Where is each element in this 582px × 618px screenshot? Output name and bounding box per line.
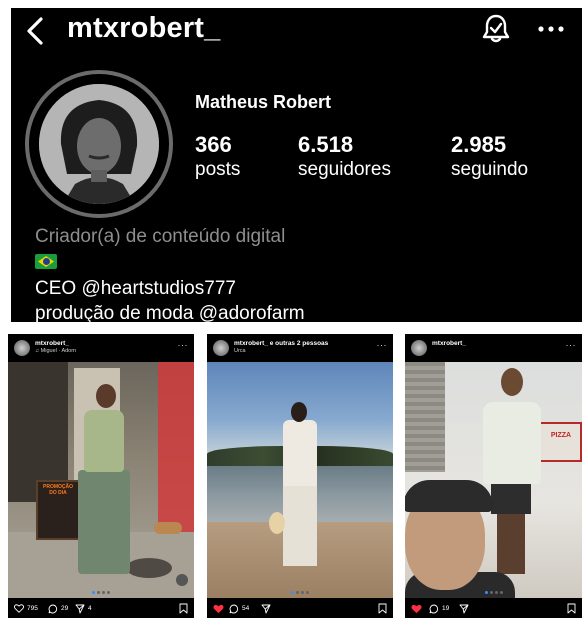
heart-filled-icon[interactable] (213, 604, 224, 614)
bio-line-production[interactable]: produção de moda @adorofarm (35, 301, 305, 326)
post-username[interactable]: mtxrobert_ e outras 2 pessoas (234, 340, 328, 347)
stat-posts-label: posts (195, 159, 241, 180)
post-more-icon[interactable]: ··· (566, 340, 577, 350)
profile-header: mtxrobert_ Matheus Robert 366 posts 6.51… (11, 8, 582, 324)
stat-posts[interactable]: 366 posts (195, 132, 240, 181)
post-actions: 795 29 4 (8, 591, 194, 618)
post-card-2[interactable]: mtxrobert_ e outras 2 pessoas Urca ··· 5… (207, 334, 393, 618)
post-photo[interactable] (207, 362, 393, 598)
share-count: 4 (88, 605, 92, 612)
bookmark-icon[interactable] (179, 603, 188, 614)
comment-icon[interactable] (229, 604, 239, 614)
bio-line-ceo[interactable]: CEO @heartstudios777 (35, 276, 305, 301)
stat-following[interactable]: 2.985 seguindo (451, 132, 528, 181)
photo-board-text: PROMOÇÃO DO DIA (43, 484, 73, 496)
photo-sign-text: PIZZA (550, 432, 572, 439)
comment-action[interactable]: 54 (229, 603, 249, 614)
share-icon[interactable] (75, 604, 85, 614)
profile-avatar[interactable] (25, 70, 173, 218)
bio-category: Criador(a) de conteúdo digital (35, 226, 286, 247)
post-card-1[interactable]: mtxrobert_ ♫ Miguel · Adorn ··· PROMOÇÃO… (8, 334, 194, 618)
post-username[interactable]: mtxrobert_ (35, 340, 69, 347)
post-card-3[interactable]: mtxrobert_ ··· PIZZA 19 (405, 334, 582, 618)
profile-username: mtxrobert_ (67, 12, 221, 44)
stat-following-count: 2.985 (451, 132, 507, 157)
comment-count: 19 (442, 605, 450, 612)
share-action[interactable] (261, 603, 271, 614)
post-header: mtxrobert_ e outras 2 pessoas Urca ··· (207, 334, 393, 362)
stat-following-label: seguindo (451, 159, 529, 180)
heart-icon[interactable] (14, 604, 24, 613)
audio-badge-icon[interactable] (176, 574, 188, 586)
comment-icon[interactable] (48, 604, 58, 614)
post-header: mtxrobert_ ··· (405, 334, 582, 362)
post-photo[interactable]: PIZZA (405, 362, 582, 598)
avatar-photo (39, 84, 159, 204)
profile-full-name: Matheus Robert (195, 92, 332, 112)
post-actions: 19 (405, 591, 582, 618)
share-action[interactable]: 4 (75, 603, 92, 614)
top-bar: mtxrobert_ (11, 8, 582, 52)
notification-bell-icon[interactable] (479, 12, 513, 46)
like-action[interactable]: 795 (14, 603, 38, 614)
stat-followers-label: seguidores (298, 159, 391, 180)
share-icon[interactable] (261, 604, 271, 614)
bookmark-icon[interactable] (567, 603, 576, 614)
post-avatar[interactable] (213, 340, 229, 356)
post-avatar[interactable] (14, 340, 30, 356)
like-action[interactable] (411, 603, 422, 614)
more-options-icon[interactable] (537, 24, 565, 34)
share-icon[interactable] (459, 604, 469, 614)
post-more-icon[interactable]: ··· (377, 340, 388, 350)
like-action[interactable] (213, 603, 224, 614)
post-location[interactable]: Urca (234, 348, 246, 354)
back-arrow-icon[interactable] (23, 16, 47, 46)
stat-followers-count: 6.518 (298, 132, 354, 157)
heart-filled-icon[interactable] (411, 604, 422, 614)
share-action[interactable] (459, 603, 469, 614)
stat-posts-count: 366 (195, 132, 232, 157)
like-count: 795 (27, 605, 38, 612)
brazil-flag-icon (35, 254, 57, 269)
post-audio[interactable]: ♫ Miguel · Adorn (35, 348, 76, 354)
post-photo[interactable]: PROMOÇÃO DO DIA (8, 362, 194, 598)
comment-action[interactable]: 29 (48, 603, 68, 614)
comment-action[interactable]: 19 (429, 603, 449, 614)
carousel-dots (291, 591, 309, 594)
post-more-icon[interactable]: ··· (178, 340, 189, 350)
comment-count: 29 (61, 605, 69, 612)
comment-count: 54 (242, 605, 250, 612)
comment-icon[interactable] (429, 604, 439, 614)
post-avatar[interactable] (411, 340, 427, 356)
carousel-dots (92, 591, 110, 594)
post-username[interactable]: mtxrobert_ (432, 340, 466, 347)
post-actions: 54 (207, 591, 393, 618)
post-header: mtxrobert_ ♫ Miguel · Adorn ··· (8, 334, 194, 362)
stat-followers[interactable]: 6.518 seguidores (298, 132, 391, 181)
profile-bio: Criador(a) de conteúdo digital CEO @hear… (35, 224, 305, 326)
carousel-dots (484, 591, 503, 594)
bookmark-icon[interactable] (378, 603, 387, 614)
